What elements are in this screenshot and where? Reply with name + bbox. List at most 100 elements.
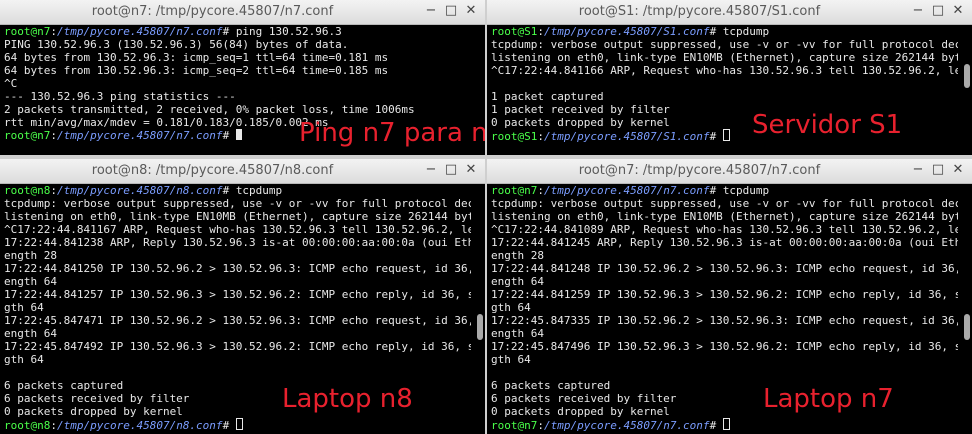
window-title: root@n7: /tmp/pycore.45807/n7.conf (578, 163, 821, 178)
cursor (235, 129, 242, 140)
maximize-icon[interactable]: □ (930, 3, 946, 19)
window-title: root@n8: /tmp/pycore.45807/n8.conf (91, 163, 334, 178)
output-line: tcpdump: verbose output suppressed, use … (491, 38, 958, 51)
prompt-command: tcpdump (722, 25, 770, 38)
output-line: 64 bytes from 130.52.96.3: icmp_seq=2 tt… (4, 64, 389, 77)
prompt-command: tcpdump (235, 184, 283, 197)
title-bar[interactable]: root@n7: /tmp/pycore.45807/n7.conf − □ ✕ (487, 159, 972, 184)
caption-label: Laptop n8 (282, 384, 413, 414)
output-line: tcpdump: verbose output suppressed, use … (491, 197, 958, 210)
prompt-line: root@n7:/tmp/pycore.45807/n7.conf# ping … (4, 25, 342, 38)
prompt-user: root@n7 (4, 129, 51, 142)
maximize-icon[interactable]: □ (443, 3, 459, 19)
prompt-path: /tmp/pycore.45807/n7.conf (56, 25, 223, 38)
prompt-user: root@n8 (4, 419, 51, 432)
scrollbar-thumb[interactable] (964, 64, 970, 88)
window-title: root@n7: /tmp/pycore.45807/n7.conf (91, 4, 334, 19)
output-line: listening on eth0, link-type EN10MB (Eth… (491, 51, 958, 64)
output-line: ength 64 (4, 327, 57, 340)
caption-label: Ping n7 para n8 (299, 118, 485, 148)
output-line: ^C17:22:44.841166 ARP, Request who-has 1… (491, 64, 958, 77)
scrollbar-thumb[interactable] (477, 314, 483, 340)
title-bar[interactable]: root@S1: /tmp/pycore.45807/S1.conf − □ ✕ (487, 0, 972, 25)
maximize-icon[interactable]: □ (930, 162, 946, 178)
prompt-path: /tmp/pycore.45807/n8.conf (56, 184, 223, 197)
output-line: gth 64 (491, 301, 531, 314)
prompt-path: /tmp/pycore.45807/S1.conf (543, 130, 710, 143)
output-line: gth 64 (4, 353, 44, 366)
maximize-icon[interactable]: □ (443, 162, 459, 178)
output-line: ength 64 (491, 327, 544, 340)
output-line: 17:22:45.847496 IP 130.52.96.3 > 130.52.… (491, 340, 958, 353)
output-line: 1 packet captured (491, 90, 604, 103)
terminal-window-n7-ping[interactable]: root@n7: /tmp/pycore.45807/n7.conf − □ ✕… (0, 0, 485, 155)
output-line: 17:22:44.841248 IP 130.52.96.2 > 130.52.… (491, 262, 958, 275)
caption-label: Servidor S1 (752, 110, 903, 140)
output-line: PING 130.52.96.3 (130.52.96.3) 56(84) by… (4, 38, 349, 51)
prompt-path: /tmp/pycore.45807/S1.conf (543, 25, 710, 38)
cursor (235, 418, 243, 430)
prompt-line: root@n7:/tmp/pycore.45807/n7.conf# (491, 418, 958, 432)
title-bar[interactable]: root@n7: /tmp/pycore.45807/n7.conf − □ ✕ (0, 0, 485, 25)
close-icon[interactable]: ✕ (950, 162, 966, 178)
output-line: gth 64 (491, 353, 531, 366)
output-line: 17:22:44.841257 IP 130.52.96.3 > 130.52.… (4, 288, 471, 301)
output-line: ^C (4, 77, 18, 90)
minimize-icon[interactable]: − (910, 162, 926, 178)
prompt-user: root@n7 (4, 25, 51, 38)
cursor (722, 129, 730, 141)
minimize-icon[interactable]: − (910, 3, 926, 19)
output-line: 17:22:45.847471 IP 130.52.96.2 > 130.52.… (4, 314, 471, 327)
window-title: root@S1: /tmp/pycore.45807/S1.conf (578, 4, 821, 19)
scrollbar[interactable] (960, 184, 972, 434)
output-line: 2 packets transmitted, 2 received, 0% pa… (4, 103, 415, 116)
prompt-user: root@n7 (491, 419, 538, 432)
output-line: ^C17:22:44.841167 ARP, Request who-has 1… (4, 223, 471, 236)
output-line: 64 bytes from 130.52.96.3: icmp_seq=1 tt… (4, 51, 389, 64)
title-bar[interactable]: root@n8: /tmp/pycore.45807/n8.conf − □ ✕ (0, 159, 485, 184)
prompt-line: root@n7:/tmp/pycore.45807/n7.conf# tcpdu… (491, 184, 770, 197)
output-line: 17:22:44.841238 ARP, Reply 130.52.96.3 i… (4, 236, 471, 249)
prompt-user: root@n8 (4, 184, 51, 197)
prompt-line: root@n8:/tmp/pycore.45807/n8.conf# tcpdu… (4, 184, 283, 197)
caption-label: Laptop n7 (763, 384, 894, 414)
close-icon[interactable]: ✕ (950, 3, 966, 19)
output-line: ength 64 (4, 275, 57, 288)
prompt-path: /tmp/pycore.45807/n7.conf (56, 129, 223, 142)
output-line: listening on eth0, link-type EN10MB (Eth… (4, 210, 471, 223)
terminal-window-n8[interactable]: root@n8: /tmp/pycore.45807/n8.conf − □ ✕… (0, 159, 485, 434)
output-line: 17:22:44.841259 IP 130.52.96.3 > 130.52.… (491, 288, 958, 301)
prompt-line: root@n8:/tmp/pycore.45807/n8.conf# (4, 418, 471, 432)
output-line: 17:22:44.841245 ARP, Reply 130.52.96.3 i… (491, 236, 958, 249)
output-line: --- 130.52.96.3 ping statistics --- (4, 90, 236, 103)
output-line: 17:22:44.841250 IP 130.52.96.2 > 130.52.… (4, 262, 471, 275)
minimize-icon[interactable]: − (423, 162, 439, 178)
output-line: 17:22:45.847492 IP 130.52.96.3 > 130.52.… (4, 340, 471, 353)
prompt-command: tcpdump (722, 184, 770, 197)
terminal-window-s1[interactable]: root@S1: /tmp/pycore.45807/S1.conf − □ ✕… (487, 0, 972, 155)
prompt-user: root@n7 (491, 184, 538, 197)
close-icon[interactable]: ✕ (463, 3, 479, 19)
output-line: ength 28 (491, 249, 544, 262)
scrollbar[interactable] (473, 184, 485, 434)
output-line: listening on eth0, link-type EN10MB (Eth… (491, 210, 958, 223)
prompt-path: /tmp/pycore.45807/n7.conf (543, 184, 710, 197)
cursor (722, 418, 730, 430)
prompt-path: /tmp/pycore.45807/n8.conf (56, 419, 223, 432)
close-icon[interactable]: ✕ (463, 162, 479, 178)
minimize-icon[interactable]: − (423, 3, 439, 19)
output-line: gth 64 (4, 301, 44, 314)
output-line: ength 64 (491, 275, 544, 288)
terminal-window-n7-tcpdump[interactable]: root@n7: /tmp/pycore.45807/n7.conf − □ ✕… (487, 159, 972, 434)
scrollbar-thumb[interactable] (964, 314, 970, 340)
output-line: tcpdump: verbose output suppressed, use … (4, 197, 471, 210)
prompt-line: root@S1:/tmp/pycore.45807/S1.conf# tcpdu… (491, 25, 770, 38)
output-line: ength 28 (4, 249, 57, 262)
scrollbar[interactable] (960, 60, 972, 155)
output-line: 17:22:45.847335 IP 130.52.96.2 > 130.52.… (491, 314, 958, 327)
prompt-path: /tmp/pycore.45807/n7.conf (543, 419, 710, 432)
output-line: ^C17:22:44.841089 ARP, Request who-has 1… (491, 223, 958, 236)
